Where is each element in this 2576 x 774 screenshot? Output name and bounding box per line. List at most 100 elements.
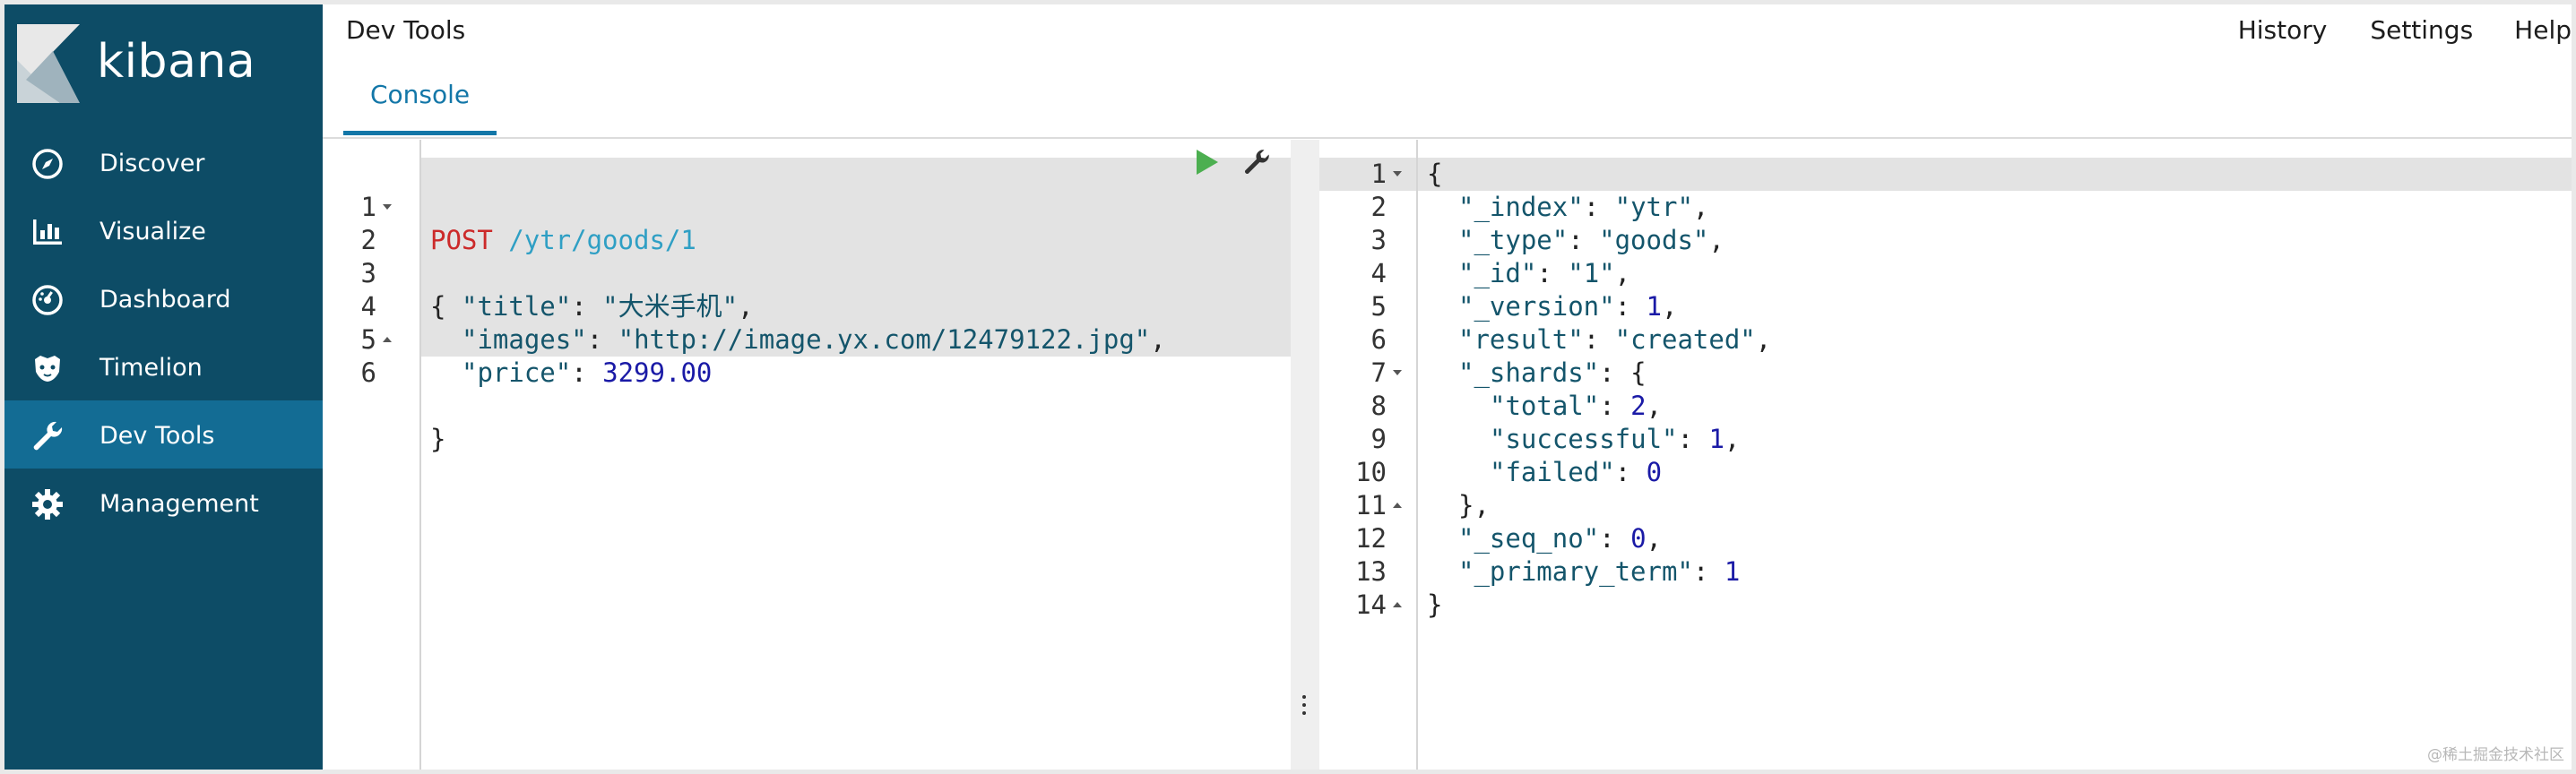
json-sep: : <box>1614 291 1647 322</box>
fold-toggle-icon[interactable] <box>1393 503 1402 508</box>
timelion-icon <box>35 356 60 382</box>
code-line: 12 "_seq_no": 0, <box>1319 522 2572 555</box>
sidebar-item-dashboard[interactable]: Dashboard <box>4 264 323 332</box>
line-code: "_id": "1", <box>1458 257 1630 290</box>
line-code: "_shards": { <box>1458 357 1647 390</box>
json-number: 0 <box>1646 457 1663 487</box>
json-tail: , <box>1662 291 1678 322</box>
gear-icon <box>32 489 63 520</box>
header: Dev Tools History Settings Help Console <box>323 4 2572 139</box>
json-key: "_seq_no" <box>1458 523 1600 554</box>
line-code: "failed": 0 <box>1490 456 1662 489</box>
code-line: 11}, <box>1319 489 2572 522</box>
fold-toggle-icon[interactable] <box>1393 171 1402 176</box>
fold-toggle-icon[interactable] <box>383 204 392 210</box>
sidebar-item-label: Management <box>99 490 259 518</box>
run-request-button[interactable] <box>1197 150 1218 175</box>
json-tail: , <box>1708 225 1725 255</box>
history-link[interactable]: History <box>2238 15 2328 45</box>
line-code: } <box>430 424 446 454</box>
json-number: 0 <box>1630 523 1647 554</box>
line-number: 1 <box>1370 159 1387 189</box>
console-panes: 1 POST /ytr/goods/1 2 { 3 "title": "大米手机… <box>323 140 2572 770</box>
json-tail: , <box>1692 192 1709 222</box>
response-editor[interactable]: 1{2 "_index": "ytr", 3 "_type": "goods", 4 "_… <box>1319 140 2572 770</box>
watermark: @稀土掘金技术社区 <box>2427 746 2564 764</box>
json-number: 3299.00 <box>602 357 713 388</box>
line-code: }, <box>1458 489 1490 522</box>
json-key: "_index" <box>1458 192 1584 222</box>
wrench-icon <box>33 421 63 451</box>
line-code: "total": 2, <box>1490 390 1662 423</box>
code-line: 6 "result": "created", <box>1319 323 2572 357</box>
settings-link[interactable]: Settings <box>2370 15 2473 45</box>
code-line: 3 "title": "大米手机", <box>323 224 1291 322</box>
json-key: "_primary_term" <box>1458 556 1693 587</box>
json-tail: , <box>1724 424 1741 454</box>
pane-resizer[interactable] <box>1291 140 1319 770</box>
sidebar: kibana Discover Visualize Dashboard Time… <box>4 4 323 770</box>
json-punct: }, <box>1458 490 1490 520</box>
code-line: 2 { <box>323 191 1291 322</box>
line-code: "result": "created", <box>1458 323 1771 357</box>
json-key: "result" <box>1458 324 1584 355</box>
request-editor[interactable]: 1 POST /ytr/goods/1 2 { 3 "title": "大米手机… <box>323 140 1291 770</box>
help-link[interactable]: Help <box>2514 15 2572 45</box>
json-sep: : <box>1677 424 1709 454</box>
fold-toggle-icon[interactable] <box>1393 370 1402 375</box>
line-number: 8 <box>1370 391 1387 421</box>
line-code: { <box>1427 158 1442 191</box>
brand[interactable]: kibana <box>4 4 323 103</box>
json-key: "price" <box>462 357 572 388</box>
kibana-window: kibana Discover Visualize Dashboard Time… <box>0 0 2576 774</box>
sidebar-item-management[interactable]: Management <box>4 469 323 537</box>
drag-handle-icon <box>1302 695 1308 719</box>
json-sep: : <box>1536 258 1569 288</box>
code-line: 5 "_version": 1, <box>1319 290 2572 323</box>
code-line: 8 "total": 2, <box>1319 390 2572 423</box>
sidebar-item-visualize[interactable]: Visualize <box>4 196 323 264</box>
json-tail: , <box>1755 324 1772 355</box>
code-line: 5 "price": 3299.00 <box>323 290 1291 388</box>
brand-name: kibana <box>97 35 256 89</box>
code-line: 6 } <box>323 323 1291 454</box>
wrench-icon[interactable] <box>1241 147 1272 177</box>
json-key: "_type" <box>1458 225 1569 255</box>
json-punct: { <box>1427 159 1443 189</box>
json-sep: : <box>1599 357 1631 388</box>
line-code: "_primary_term": 1 <box>1458 555 1740 589</box>
json-value: "created" <box>1614 324 1756 355</box>
code-line: 4 "_id": "1", <box>1319 257 2572 290</box>
sidebar-nav: Discover Visualize Dashboard Timelion De… <box>4 128 323 537</box>
code-line: 1{ <box>1319 158 2572 191</box>
line-number: 12 <box>1355 523 1387 554</box>
line-number: 14 <box>1355 589 1387 620</box>
line-number: 10 <box>1355 457 1387 487</box>
code-line: 9 "successful": 1, <box>1319 423 2572 456</box>
sidebar-item-discover[interactable]: Discover <box>4 128 323 196</box>
json-sep: : <box>1599 523 1631 554</box>
json-sep: : <box>571 357 603 388</box>
sidebar-item-timelion[interactable]: Timelion <box>4 332 323 400</box>
json-number: 1 <box>1646 291 1662 322</box>
json-key: "_id" <box>1458 258 1537 288</box>
code-line: 7 "_shards": { <box>1319 357 2572 390</box>
sidebar-item-dev-tools[interactable]: Dev Tools <box>4 400 323 469</box>
json-sep: : <box>1583 324 1615 355</box>
json-number: 2 <box>1630 391 1647 421</box>
top-nav-links: History Settings Help <box>2238 15 2572 45</box>
fold-toggle-icon[interactable] <box>1393 602 1402 607</box>
line-number: 13 <box>1355 556 1387 587</box>
line-number: 3 <box>1370 225 1387 255</box>
tab-console[interactable]: Console <box>343 80 497 135</box>
json-tail: , <box>1614 258 1631 288</box>
fold-toggle-icon[interactable] <box>383 337 392 342</box>
code-line: 3 "_type": "goods", <box>1319 224 2572 257</box>
json-value: "1" <box>1568 258 1615 288</box>
json-key: "_shards" <box>1458 357 1600 388</box>
line-code: } <box>1427 589 1442 622</box>
json-sep: : <box>1568 225 1600 255</box>
line-number: 5 <box>1370 291 1387 322</box>
json-sep: : <box>1583 192 1615 222</box>
json-tail: , <box>1646 391 1663 421</box>
